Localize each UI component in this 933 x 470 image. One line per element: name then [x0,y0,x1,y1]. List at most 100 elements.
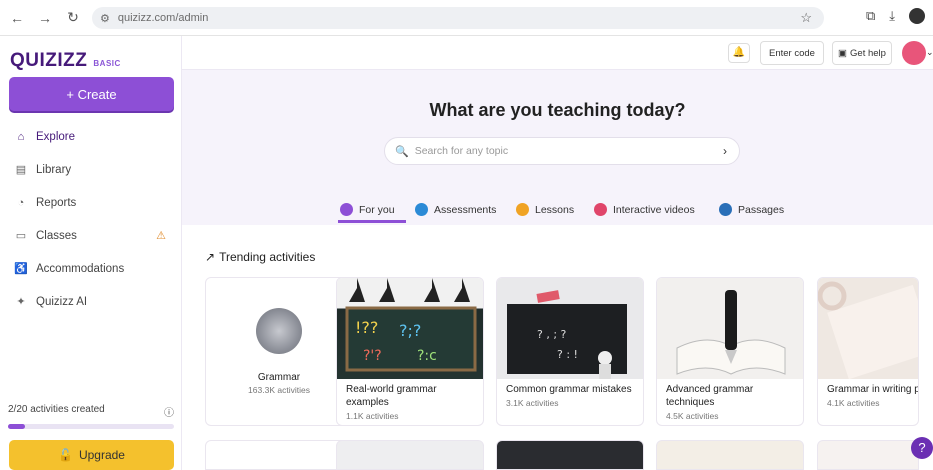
pen-book-image [676,290,786,375]
sidebar-item-reports[interactable]: ◔ Reports [0,186,182,219]
search-icon: 🔍 [395,145,409,158]
activities-progress-bar [8,424,174,429]
activity-card-row2-2[interactable] [336,440,484,470]
avatar[interactable] [902,41,926,65]
chevron-down-icon[interactable]: ⌄ [926,47,933,58]
activities-progress-fill [8,424,25,429]
sidebar-item-label: Explore [36,130,75,143]
bookmark-star-icon[interactable]: ☆ [800,10,812,26]
card-title: Advanced grammar techniques [666,384,754,408]
forward-arrow-icon[interactable]: → [34,10,56,26]
browser-actions: ⧉ ⤓ [866,8,925,24]
upgrade-button[interactable]: 🔓 Upgrade [9,440,174,470]
create-button[interactable]: + Create [9,77,174,111]
chalkboard-image: !?? ?;? ?'? ?:c [345,278,477,372]
card-count: 3.1K activities [506,398,559,408]
activity-card-advanced-techniques[interactable]: Advanced grammar techniques 4.5K activit… [656,277,804,426]
card-title: Grammar in writing practice [827,384,918,395]
page-title: What are you teaching today? [429,100,686,120]
sidebar-item-classes[interactable]: ▭ Classes ⚠ [0,219,182,252]
assessments-icon [415,203,428,216]
activity-card-grammar[interactable]: Grammar 163.3K activities [205,277,353,426]
ai-sparkle-icon: ✦ [16,296,26,308]
sidebar-item-label: Classes [36,229,77,242]
sidebar-item-label: Quizizz AI [36,295,88,308]
sidebar-item-explore[interactable]: ⌂ Explore [0,120,182,153]
accommodations-icon: ♿ [14,263,28,275]
card-title: Common grammar mistakes [506,384,632,395]
card-count: 1.1K activities [346,411,399,421]
browser-toolbar: ← → ↻ ⚙ quizizz.com/admin ☆ ⧉ ⤓ [0,0,933,36]
explore-icon: ⌂ [17,130,25,143]
card-title: Real-world grammar examples [346,384,437,408]
lessons-icon [516,203,529,216]
reload-icon[interactable]: ↻ [62,9,84,26]
card-thumbnail: ? , ; ? ? : ! [497,278,643,379]
trending-heading: ↗ Trending activities [205,250,315,264]
activity-card-row2-3[interactable] [496,440,644,470]
tab-label: Assessments [434,203,497,216]
sidebar-item-label: Library [36,163,72,176]
trending-icon: ↗ [205,250,216,264]
activity-card-writing-practice[interactable]: Grammar in writing practice 4.1K activit… [817,277,919,426]
top-bar: 🔔 Enter code ▣ Get help ⌄ [182,36,933,70]
search-placeholder: Search for any topic [414,145,509,157]
extensions-icon[interactable]: ⧉ [866,8,875,24]
svg-text:?:c: ?:c [417,348,437,364]
plan-badge: BASIC [93,59,121,68]
svg-text:? , ; ?: ? , ; ? [537,328,567,341]
card-count: 4.5K activities [666,411,719,421]
activity-card-row2-1[interactable] [205,440,353,470]
sidebar-item-label: Accommodations [36,262,125,275]
sidebar-item-library[interactable]: ▤ Library [0,153,182,186]
download-icon[interactable]: ⤓ [889,8,895,24]
activity-card-row2-5[interactable] [817,440,919,470]
activity-card-common-mistakes[interactable]: ? , ; ? ? : ! Common grammar mistakes 3.… [496,277,644,426]
card-count: 4.1K activities [827,398,880,408]
address-bar[interactable]: ⚙ quizizz.com/admin ☆ [92,7,824,29]
svg-text:?;?: ?;? [399,321,421,340]
classes-icon: ▭ [15,230,27,242]
svg-text:? : !: ? : ! [557,348,578,361]
blackboard-image: ? , ; ? ? : ! [507,290,627,379]
library-icon: ▤ [15,164,27,176]
tab-passages[interactable]: Passages [719,203,784,216]
lock-icon: 🔓 [58,448,73,462]
enter-code-button[interactable]: Enter code [760,41,824,65]
tab-assessments[interactable]: Assessments [415,203,496,216]
tab-interactive-videos[interactable]: Interactive videos [594,203,695,216]
for-you-icon [340,203,353,216]
activity-card-row2-4[interactable] [656,440,804,470]
tab-label: Passages [738,203,785,216]
sidebar-item-quizizz-ai[interactable]: ✦ Quizizz AI [0,285,182,318]
site-settings-icon[interactable]: ⚙ [100,12,110,25]
back-arrow-icon[interactable]: ← [6,10,28,26]
activities-created: 2/20 activities created ⓘ [8,404,174,419]
svg-text:?'?: ?'? [363,348,382,364]
interactive-videos-icon [594,203,607,216]
reports-icon: ◔ [17,196,25,209]
grammar-topic-image [256,308,302,354]
chevron-right-icon[interactable]: › [723,144,727,158]
search-input[interactable]: 🔍 Search for any topic › [384,137,740,165]
get-help-button[interactable]: ▣ Get help [832,41,892,65]
sidebar-item-accommodations[interactable]: ♿ Accommodations [0,252,182,285]
passages-icon [719,203,732,216]
activity-card-real-world[interactable]: !?? ?;? ?'? ?:c Real-world grammar examp… [336,277,484,426]
logo-text: QUIZIZZ [10,50,88,71]
sidebar: QUIZIZZ BASIC + Create ⌂ Explore ▤ Libra… [0,36,182,470]
quizizz-logo[interactable]: QUIZIZZ BASIC [10,50,121,72]
enter-code-label: Enter code [769,47,815,59]
info-icon[interactable]: ⓘ [164,404,174,419]
tab-for-you[interactable]: For you [340,203,395,216]
sidebar-item-label: Reports [36,196,77,209]
help-question-icon[interactable]: ? [911,437,933,459]
activities-created-text: 2/20 activities created [8,404,105,415]
bell-icon[interactable]: 🔔 [728,43,750,63]
svg-text:!??: !?? [355,318,378,337]
card-thumbnail [818,278,918,379]
card-thumbnail: !?? ?;? ?'? ?:c [337,278,483,379]
profile-icon[interactable] [909,8,925,24]
tab-lessons[interactable]: Lessons [516,203,574,216]
tab-label: Interactive videos [613,203,695,216]
